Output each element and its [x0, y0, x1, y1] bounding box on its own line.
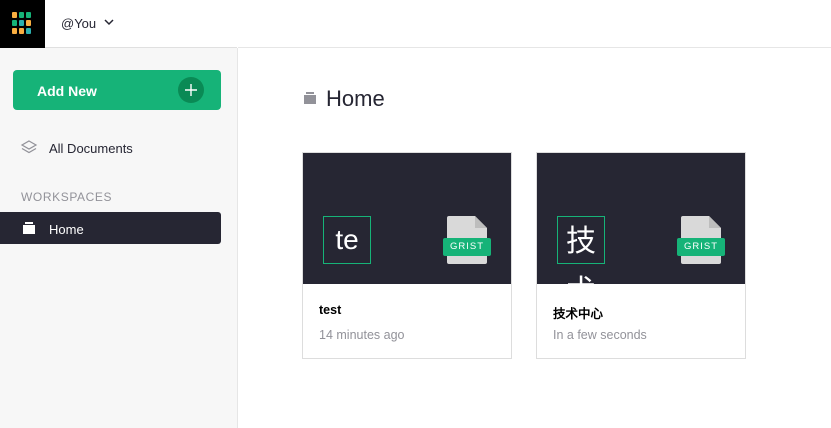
sidebar-item-all-documents[interactable]: All Documents	[0, 136, 237, 160]
doc-initials: 技术	[557, 216, 605, 308]
folder-icon	[23, 222, 35, 234]
doc-card[interactable]: te GRIST test 14 minutes ago	[302, 152, 512, 359]
doc-modified-time: In a few seconds	[553, 328, 647, 342]
top-bar	[238, 0, 831, 48]
org-name: @You	[61, 16, 97, 31]
all-documents-label: All Documents	[49, 141, 133, 156]
layers-icon	[20, 140, 38, 154]
logo-square	[19, 12, 24, 18]
plus-icon	[178, 77, 204, 103]
grist-badge: GRIST	[443, 238, 491, 256]
page-title: Home	[326, 86, 385, 111]
logo-square	[26, 28, 31, 34]
doc-name: test	[319, 303, 342, 317]
sidebar: Add New All Documents WORKSPACES Home	[0, 48, 238, 428]
chevron-down-icon	[104, 19, 114, 26]
doc-thumbnail: 技术 GRIST	[537, 153, 745, 308]
logo-square	[19, 28, 24, 34]
logo-square	[26, 12, 31, 18]
logo-square	[19, 20, 24, 26]
workspace-label: Home	[49, 222, 84, 237]
doc-modified-time: 14 minutes ago	[319, 328, 405, 342]
doc-card[interactable]: 技术 GRIST 技术中心 In a few seconds	[536, 152, 746, 359]
workspaces-heading: WORKSPACES	[21, 190, 113, 204]
grist-logo-icon[interactable]	[0, 0, 45, 48]
doc-thumbnail: te GRIST	[303, 153, 511, 284]
doc-initials: te	[323, 216, 371, 264]
folder-icon	[304, 92, 316, 104]
grist-badge: GRIST	[677, 238, 725, 256]
org-selector[interactable]: @You	[45, 0, 237, 48]
add-new-label: Add New	[37, 83, 97, 99]
sidebar-item-home[interactable]: Home	[0, 212, 221, 244]
logo-square	[26, 20, 31, 26]
logo-square	[12, 12, 17, 18]
add-new-button[interactable]: Add New	[13, 70, 221, 110]
doc-name: 技术中心	[553, 307, 604, 321]
logo-square	[12, 20, 17, 26]
logo-square	[12, 28, 17, 34]
